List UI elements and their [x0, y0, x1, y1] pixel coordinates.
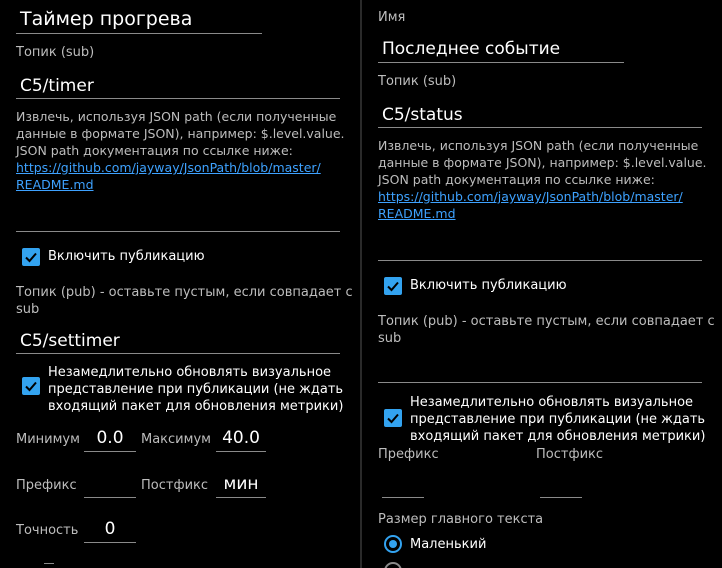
json-hint-line-1: Извлечь, используя JSON path (если получ… [16, 109, 337, 124]
topic-sub-underline [378, 127, 702, 128]
size-small-radio[interactable] [384, 535, 402, 553]
main-text-size-label: Размер главного текста [378, 512, 544, 527]
topic-sub-label: Топик (sub) [16, 45, 95, 60]
instant-update-label-line-2: представление при публикации (не ждать [48, 382, 344, 397]
precision-input[interactable]: 0 [84, 519, 136, 539]
jsonpath-doc-link-line-2[interactable]: README.md [16, 177, 94, 192]
precision-label: Точность [16, 523, 79, 538]
topic-sub-label: Топик (sub) [378, 74, 457, 89]
prefix-underline [84, 497, 136, 498]
max-underline [216, 451, 266, 452]
checkmark-icon [387, 413, 399, 424]
topic-pub-underline [16, 353, 340, 354]
publish-checkbox[interactable] [384, 277, 402, 295]
checkmark-icon [387, 281, 399, 292]
json-path-underline [16, 231, 340, 232]
postfix-label: Постфикс [141, 478, 209, 493]
right-settings-panel: Имя Последнее событие Топик (sub) C5/sta… [362, 0, 722, 568]
postfix-input[interactable]: мин [216, 474, 266, 494]
cut-off-item [44, 563, 54, 568]
json-hint-line-2: данные в формате JSON), например: $.leve… [16, 126, 345, 141]
left-settings-panel: Таймер прогрева Топик (sub) C5/timer Изв… [0, 0, 360, 568]
min-underline [84, 451, 136, 452]
jsonpath-doc-link-line-2[interactable]: README.md [378, 206, 456, 221]
jsonpath-doc-link-line-1[interactable]: https://github.com/jayway/JsonPath/blob/… [16, 160, 321, 175]
name-input[interactable]: Последнее событие [382, 39, 560, 59]
json-hint-line-2: данные в формате JSON), например: $.leve… [378, 155, 707, 170]
instant-update-checkbox[interactable] [22, 377, 40, 395]
postfix-underline [216, 497, 266, 498]
instant-update-label-line-3: входящий пакет для обновления метрики) [410, 429, 706, 444]
checkmark-icon [25, 381, 37, 392]
instant-update-label-line-2: представление при публикации (не ждать [410, 412, 706, 427]
size-small-label: Маленький [410, 537, 487, 552]
instant-update-checkbox[interactable] [384, 409, 402, 427]
checkmark-icon [25, 252, 37, 263]
topic-pub-underline [378, 382, 702, 383]
prefix-label: Префикс [378, 447, 439, 462]
topic-sub-input[interactable]: C5/status [382, 105, 463, 125]
max-input[interactable]: 40.0 [216, 428, 266, 448]
min-label: Минимум [16, 432, 80, 447]
name-underline [378, 62, 624, 63]
max-label: Максимум [141, 432, 211, 447]
topic-sub-underline [16, 98, 340, 99]
topic-sub-input[interactable]: C5/timer [20, 76, 94, 96]
jsonpath-doc-link-line-1[interactable]: https://github.com/jayway/JsonPath/blob/… [378, 189, 683, 204]
publish-checkbox-label: Включить публикацию [410, 278, 567, 293]
json-hint-line-3: JSON path документация по ссылке ниже: [378, 172, 655, 187]
prefix-label: Префикс [16, 478, 77, 493]
size-option-radio-cut-off[interactable] [384, 562, 402, 568]
instant-update-label-line-1: Незамедлительно обновлять визуальное [410, 395, 694, 410]
json-path-underline [378, 260, 702, 261]
topic-pub-hint-line-1: Топик (pub) - оставьте пустым, если совп… [378, 314, 715, 329]
topic-pub-hint-line-1: Топик (pub) - оставьте пустым, если совп… [16, 285, 353, 300]
json-hint-line-1: Извлечь, используя JSON path (если получ… [378, 138, 699, 153]
topic-pub-hint-line-2: sub [378, 331, 402, 346]
prefix-underline [382, 497, 424, 498]
json-hint-line-3: JSON path документация по ссылке ниже: [16, 143, 293, 158]
publish-checkbox-label: Включить публикацию [48, 249, 205, 264]
publish-checkbox[interactable] [22, 248, 40, 266]
topic-pub-input[interactable]: C5/settimer [20, 331, 120, 351]
topic-pub-hint-line-2: sub [16, 302, 40, 317]
postfix-label: Постфикс [536, 447, 604, 462]
instant-update-label-line-3: входящий пакет для обновления метрики) [48, 399, 344, 414]
title-field-underline [16, 33, 262, 34]
precision-underline [84, 542, 136, 543]
postfix-underline [540, 497, 582, 498]
name-label: Имя [378, 10, 406, 25]
radio-selected-dot [389, 540, 397, 548]
min-input[interactable]: 0.0 [84, 428, 136, 448]
instant-update-label-line-1: Незамедлительно обновлять визуальное [48, 365, 332, 380]
title-field-value[interactable]: Таймер прогрева [20, 9, 192, 29]
